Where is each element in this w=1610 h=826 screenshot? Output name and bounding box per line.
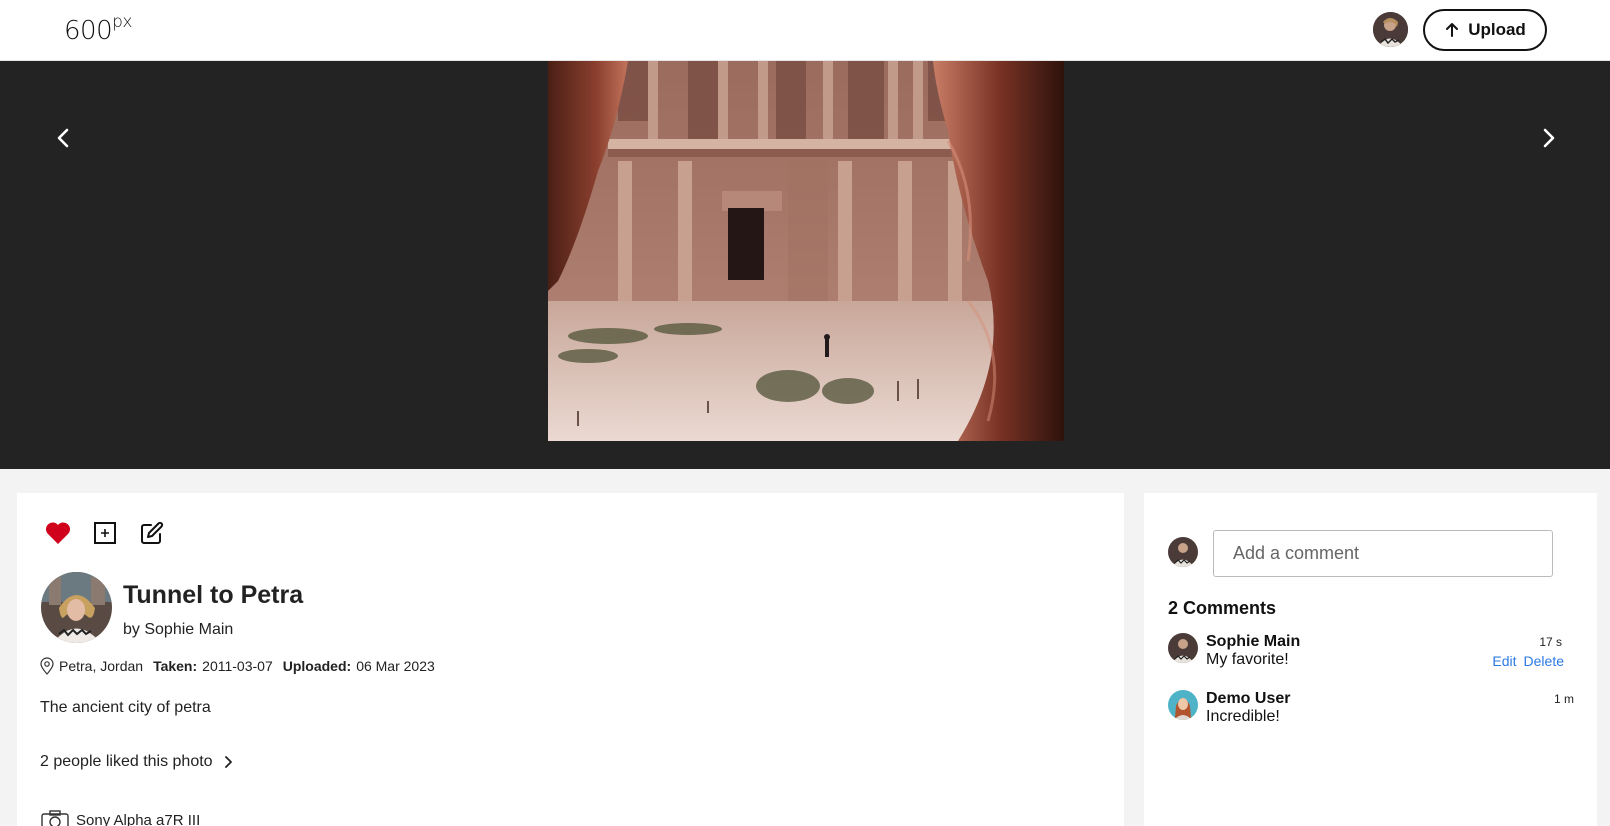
main-photo: [548, 61, 1064, 441]
comment-text: Incredible!: [1206, 708, 1280, 725]
comments-count: 2 Comments: [1168, 598, 1277, 618]
photo-actions: [45, 520, 165, 546]
header-user-avatar[interactable]: [1373, 12, 1408, 47]
heart-icon: [45, 522, 71, 544]
arrow-up-icon: [1446, 23, 1459, 37]
photo-meta: Petra, Jordan Taken: 2011-03-07 Uploaded…: [39, 657, 435, 675]
author-avatar[interactable]: [41, 572, 112, 643]
likes-link[interactable]: 2 people liked this photo: [40, 753, 235, 771]
current-user-avatar: [1168, 537, 1198, 567]
comment-actions: Edit Delete: [1492, 653, 1564, 669]
chevron-left-icon: [57, 128, 69, 148]
comment-time: 17 s: [1539, 635, 1562, 649]
taken-label: Taken:: [153, 658, 198, 674]
chevron-right-icon: [1543, 128, 1555, 148]
camera-info: Sony Alpha a7R III: [40, 809, 200, 826]
photo-description: The ancient city of petra: [40, 699, 211, 716]
likes-text: 2 people liked this photo: [40, 753, 213, 770]
comment-text: My favorite!: [1206, 651, 1289, 668]
comment-item: Demo User Incredible! 1 m: [1168, 690, 1574, 732]
like-button[interactable]: [45, 520, 71, 546]
add-to-gallery-icon: [94, 522, 116, 544]
photo-stage: [0, 61, 1610, 469]
site-logo[interactable]: 600px: [64, 12, 132, 46]
uploaded-label: Uploaded:: [282, 658, 352, 674]
commenter-avatar[interactable]: [1168, 690, 1198, 720]
camera-model: Sony Alpha a7R III: [76, 811, 201, 826]
top-header: 600px Upload: [0, 0, 1610, 61]
commenter-name[interactable]: Sophie Main: [1206, 633, 1300, 651]
location-text: Petra, Jordan: [59, 658, 144, 674]
next-photo-button[interactable]: [1533, 123, 1563, 153]
photo-byline: by Sophie Main: [123, 621, 233, 639]
edit-comment-link[interactable]: Edit: [1492, 653, 1516, 669]
edit-icon: [141, 521, 164, 544]
byline-prefix: by: [123, 621, 140, 638]
edit-button[interactable]: [139, 520, 165, 546]
comment-item: Sophie Main My favorite! 17 s Edit Delet…: [1168, 633, 1574, 675]
delete-comment-link[interactable]: Delete: [1524, 653, 1564, 669]
logo-main: 600: [64, 16, 113, 46]
photo-title: Tunnel to Petra: [123, 581, 304, 609]
comment-input[interactable]: [1213, 530, 1553, 577]
uploaded-value: 06 Mar 2023: [356, 658, 435, 674]
upload-button[interactable]: Upload: [1423, 9, 1547, 51]
camera-icon: [41, 810, 69, 826]
add-to-gallery-button[interactable]: [92, 520, 118, 546]
comment-time: 1 m: [1553, 692, 1574, 706]
commenter-name[interactable]: Demo User: [1206, 690, 1290, 708]
chevron-right-icon: [224, 756, 232, 768]
previous-photo-button[interactable]: [49, 123, 79, 153]
photo-details-card: Tunnel to Petra by Sophie Main Petra, Jo…: [17, 493, 1124, 826]
logo-sup: px: [112, 12, 132, 32]
author-name-link[interactable]: Sophie Main: [144, 621, 233, 638]
upload-label: Upload: [1468, 20, 1526, 39]
location-pin-icon: [40, 657, 54, 675]
commenter-avatar[interactable]: [1168, 633, 1198, 663]
taken-value: 2011-03-07: [202, 658, 273, 674]
comments-card: 2 Comments Sophie Main My favorite! 17 s…: [1144, 493, 1597, 826]
